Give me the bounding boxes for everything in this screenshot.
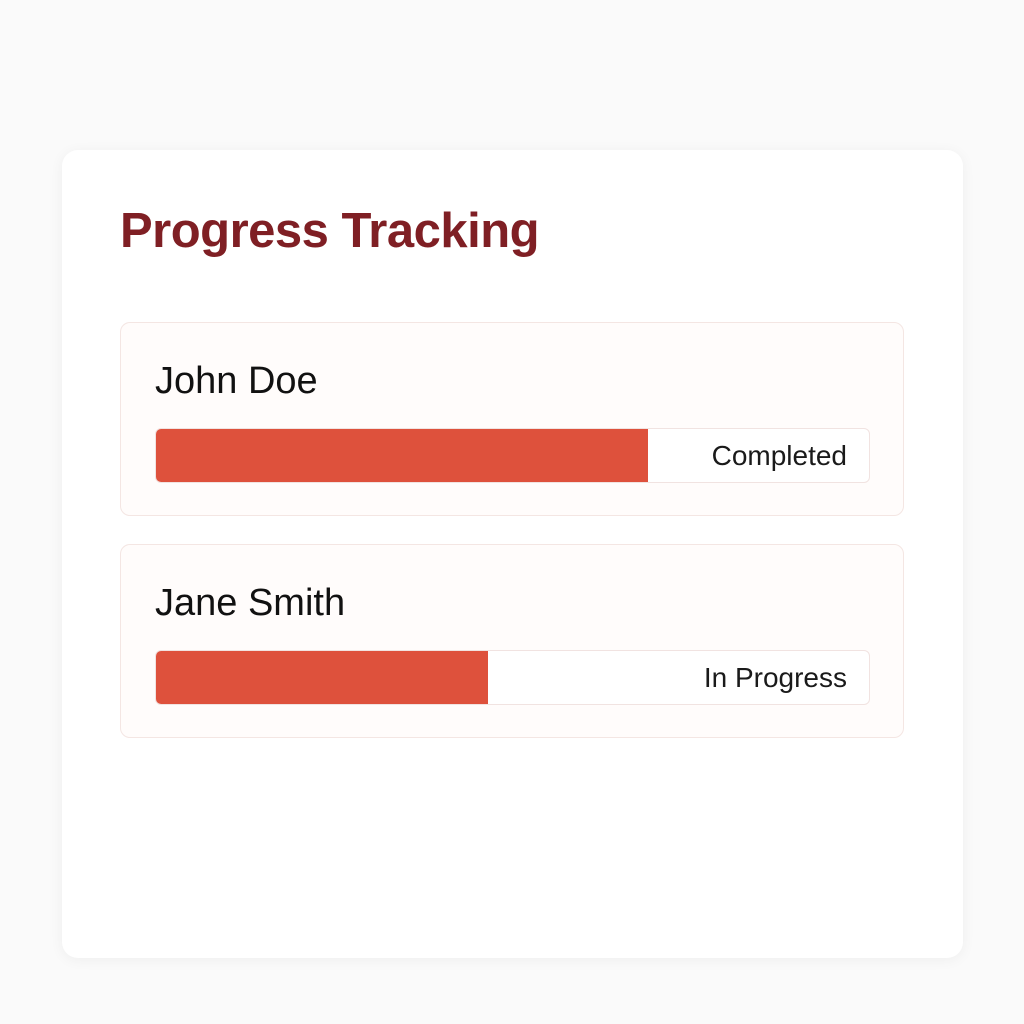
progress-card: Progress Tracking John Doe Completed Jan…: [62, 150, 963, 958]
entry-name: John Doe: [155, 360, 318, 402]
progress-bar-fill: [156, 429, 648, 482]
progress-entry-jane-smith: Jane Smith In Progress: [120, 544, 904, 738]
card-title: Progress Tracking: [120, 204, 540, 258]
status-label: Completed: [711, 440, 847, 471]
entry-name: Jane Smith: [155, 582, 346, 624]
progress-bar: In Progress: [155, 650, 870, 705]
progress-bar-fill: [156, 651, 488, 704]
status-label: In Progress: [703, 662, 847, 693]
progress-entry-john-doe: John Doe Completed: [120, 322, 904, 516]
progress-bar: Completed: [155, 428, 870, 483]
